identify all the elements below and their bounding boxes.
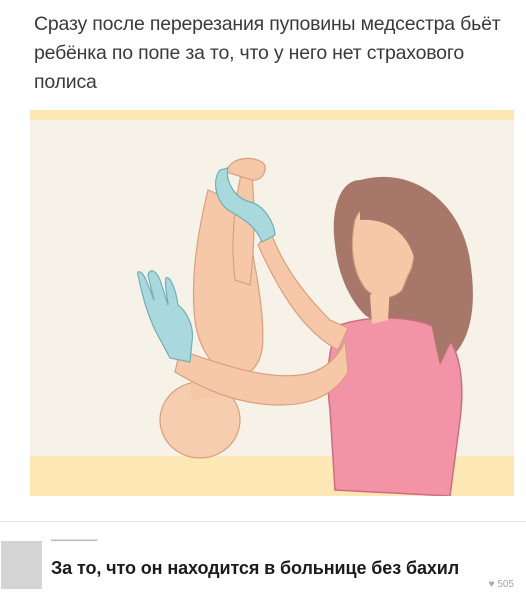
heart-icon[interactable]: ♥ (489, 578, 495, 592)
like-count: 505 (497, 579, 514, 590)
illustration (30, 110, 514, 496)
nurse-baby-illustration (30, 110, 514, 496)
comment-text: За то, что он находится в больнице без б… (51, 558, 460, 578)
divider (0, 521, 526, 522)
avatar[interactable] (1, 541, 42, 589)
post-text: Сразу после перерезания пуповины медсест… (34, 13, 501, 93)
like-counter[interactable]: ♥ 505 (489, 578, 514, 593)
author-name-redacted[interactable]: ▔▔▔▔▔▔ (51, 541, 141, 553)
